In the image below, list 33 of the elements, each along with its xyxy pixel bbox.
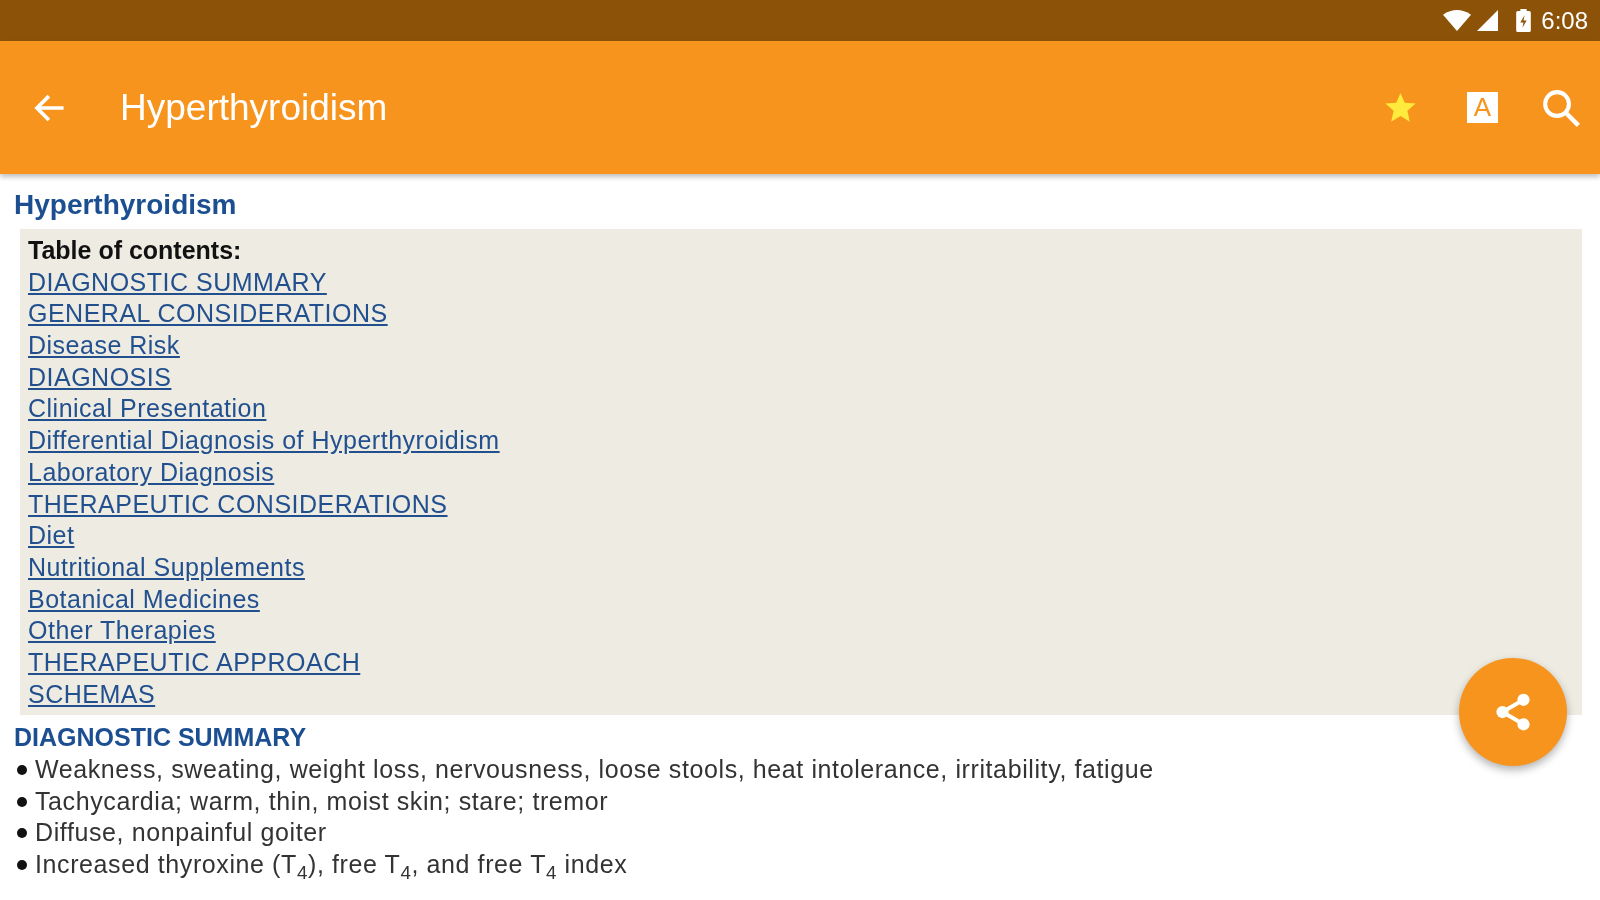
toc-link[interactable]: Nutritional Supplements bbox=[28, 552, 305, 581]
app-bar-title: Hyperthyroidism bbox=[120, 86, 389, 129]
bullet-icon bbox=[17, 764, 27, 775]
bullet-icon bbox=[17, 859, 27, 870]
bullet-text: Diffuse, nonpainful goiter bbox=[35, 817, 327, 849]
bullet-text: Tachycardia; warm, thin, moist skin; stare; tremor bbox=[35, 785, 609, 817]
toc-link[interactable]: DIAGNOSTIC SUMMARY bbox=[28, 267, 327, 296]
status-time: 6:08 bbox=[1541, 6, 1588, 35]
toc-link[interactable]: Differential Diagnosis of Hyperthyroidism bbox=[28, 426, 500, 455]
toc-link[interactable]: Laboratory Diagnosis bbox=[28, 457, 275, 486]
toc-link[interactable]: Diet bbox=[28, 521, 75, 550]
bullet-icon bbox=[17, 796, 27, 807]
toc-link[interactable]: Other Therapies bbox=[28, 616, 216, 645]
bullet-text: Increased thyroxine (T$_{4}$), free T$_{4}$, and free T$_{4}$ index bbox=[35, 849, 628, 881]
toc-link[interactable]: Disease Risk bbox=[28, 331, 180, 360]
toc-link[interactable]: THERAPEUTIC APPROACH bbox=[28, 647, 361, 676]
battery-charging-icon bbox=[1516, 9, 1532, 32]
bullet-text: Weakness, sweating, weight loss, nervousness, loose stools, heat intolerance, irritability, fatigue bbox=[35, 754, 1154, 785]
bullet-icon bbox=[17, 828, 27, 839]
search-icon[interactable] bbox=[1542, 88, 1580, 127]
star-icon[interactable] bbox=[1384, 91, 1417, 124]
section-heading: DIAGNOSTIC SUMMARY bbox=[14, 722, 308, 754]
wifi-icon bbox=[1443, 10, 1472, 31]
toc-link[interactable]: GENERAL CONSIDERATIONS bbox=[28, 299, 388, 328]
toc-link[interactable]: Botanical Medicines bbox=[28, 584, 260, 613]
signal-icon bbox=[1477, 10, 1499, 31]
article-title: Hyperthyroidism bbox=[14, 188, 238, 222]
share-button[interactable] bbox=[1459, 658, 1567, 766]
toc-link[interactable]: SCHEMAS bbox=[28, 679, 156, 708]
toc-heading: Table of contents: bbox=[28, 235, 243, 266]
toc-link[interactable]: Clinical Presentation bbox=[28, 394, 267, 423]
toc-link[interactable]: THERAPEUTIC CONSIDERATIONS bbox=[28, 489, 448, 518]
toc-link[interactable]: DIAGNOSIS bbox=[28, 362, 172, 391]
